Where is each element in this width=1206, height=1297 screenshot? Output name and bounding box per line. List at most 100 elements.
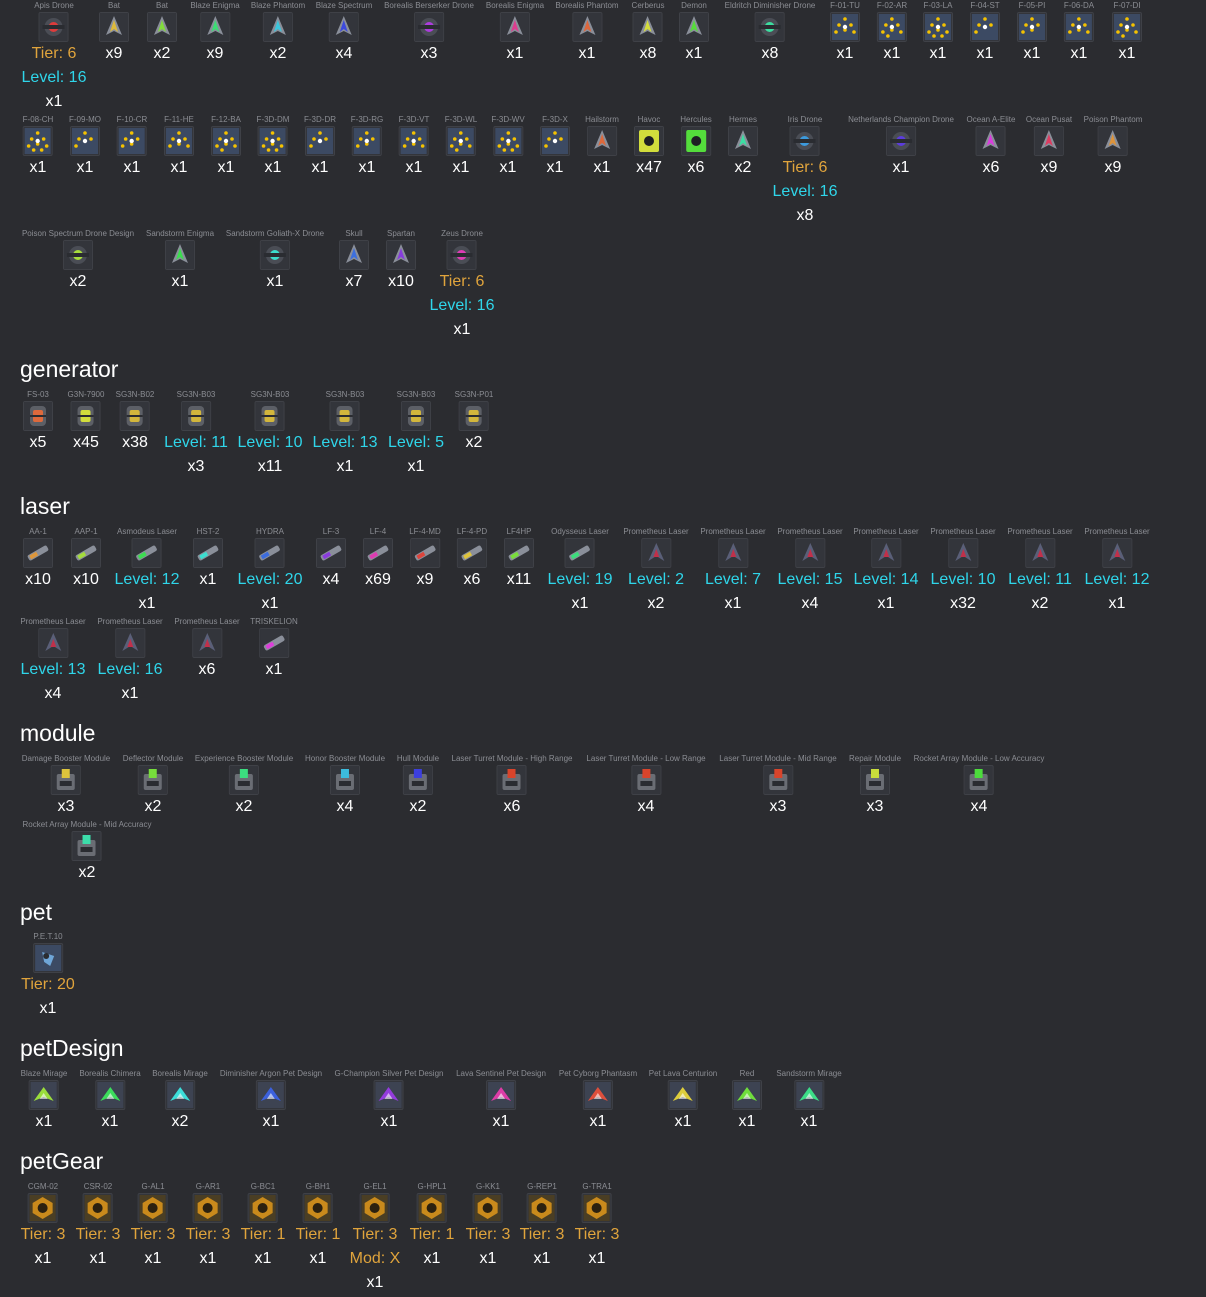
- inventory-item[interactable]: Bat x2: [147, 1, 177, 66]
- inventory-item[interactable]: HYDRA Level: 20 x1: [238, 527, 303, 616]
- inventory-item[interactable]: LF-4-MD x9: [409, 527, 441, 592]
- inventory-item[interactable]: G-BH1 Tier: 1 x1: [296, 1182, 341, 1271]
- inventory-item[interactable]: F-12-BA x1: [211, 115, 241, 180]
- inventory-item[interactable]: G-EL1 Tier: 3 Mod: X x1: [350, 1182, 401, 1295]
- inventory-item[interactable]: Eldritch Diminisher Drone x8: [725, 1, 816, 66]
- inventory-item[interactable]: FS-03 x5: [23, 390, 53, 455]
- inventory-item[interactable]: Iris Drone Tier: 6 Level: 16 x8: [773, 115, 838, 228]
- inventory-item[interactable]: F-03-LA x1: [923, 1, 953, 66]
- inventory-item[interactable]: Ocean Pusat x9: [1026, 115, 1072, 180]
- inventory-item[interactable]: F-02-AR x1: [877, 1, 907, 66]
- inventory-item[interactable]: F-09-MO x1: [69, 115, 101, 180]
- inventory-item[interactable]: G-HPL1 Tier: 1 x1: [410, 1182, 455, 1271]
- inventory-item[interactable]: G-BC1 Tier: 1 x1: [241, 1182, 286, 1271]
- inventory-item[interactable]: F-06-DA x1: [1064, 1, 1094, 66]
- inventory-item[interactable]: Prometheus Laser Level: 16 x1: [97, 617, 162, 706]
- inventory-item[interactable]: Borealis Mirage x2: [152, 1069, 208, 1134]
- inventory-item[interactable]: Spartan x10: [386, 229, 416, 294]
- inventory-item[interactable]: SG3N-B02 x38: [116, 390, 155, 455]
- inventory-item[interactable]: F-3D-RG x1: [351, 115, 383, 180]
- inventory-item[interactable]: SG3N-B03 Level: 10 x11: [238, 390, 303, 479]
- inventory-item[interactable]: LF-4-PD x6: [457, 527, 487, 592]
- inventory-item[interactable]: Honor Booster Module x4: [305, 754, 385, 819]
- inventory-item[interactable]: Hercules x6: [680, 115, 712, 180]
- inventory-item[interactable]: Odysseus Laser Level: 19 x1: [548, 527, 613, 616]
- inventory-item[interactable]: Red x1: [732, 1069, 762, 1134]
- inventory-item[interactable]: Poison Phantom x9: [1084, 115, 1143, 180]
- inventory-item[interactable]: F-01-TU x1: [830, 1, 860, 66]
- inventory-item[interactable]: Pet Cyborg Phantasm x1: [559, 1069, 637, 1134]
- inventory-item[interactable]: G-REP1 Tier: 3 x1: [520, 1182, 565, 1271]
- inventory-item[interactable]: F-3D-WL x1: [445, 115, 477, 180]
- inventory-item[interactable]: Laser Turret Module - High Range x6: [452, 754, 573, 819]
- inventory-item[interactable]: Prometheus Laser Level: 2 x2: [623, 527, 688, 616]
- inventory-item[interactable]: F-08-CH x1: [23, 115, 54, 180]
- inventory-item[interactable]: Prometheus Laser Level: 15 x4: [777, 527, 842, 616]
- inventory-item[interactable]: Diminisher Argon Pet Design x1: [220, 1069, 322, 1134]
- inventory-item[interactable]: G3N-7900 x45: [68, 390, 105, 455]
- inventory-item[interactable]: Havoc x47: [634, 115, 664, 180]
- inventory-item[interactable]: Blaze Enigma x9: [190, 1, 239, 66]
- inventory-item[interactable]: SG3N-B03 Level: 13 x1: [313, 390, 378, 479]
- inventory-item[interactable]: G-AR1 Tier: 3 x1: [186, 1182, 231, 1271]
- inventory-item[interactable]: Deflector Module x2: [123, 754, 183, 819]
- inventory-item[interactable]: Borealis Berserker Drone x3: [384, 1, 474, 66]
- inventory-item[interactable]: Prometheus Laser Level: 7 x1: [700, 527, 765, 616]
- inventory-item[interactable]: TRISKELION x1: [250, 617, 298, 682]
- inventory-item[interactable]: Laser Turret Module - Mid Range x3: [719, 754, 836, 819]
- inventory-item[interactable]: AAP-1 x10: [71, 527, 101, 592]
- inventory-item[interactable]: F-10-CR x1: [117, 115, 148, 180]
- inventory-item[interactable]: Damage Booster Module x3: [22, 754, 111, 819]
- inventory-item[interactable]: Sandstorm Mirage x1: [776, 1069, 841, 1134]
- inventory-item[interactable]: Sandstorm Goliath-X Drone x1: [226, 229, 324, 294]
- inventory-item[interactable]: LF-3 x4: [316, 527, 346, 592]
- inventory-item[interactable]: F-07-DI x1: [1112, 1, 1142, 66]
- inventory-item[interactable]: Prometheus Laser Level: 10 x32: [930, 527, 995, 616]
- inventory-item[interactable]: SG3N-B03 Level: 11 x3: [164, 390, 228, 479]
- inventory-item[interactable]: Prometheus Laser Level: 14 x1: [853, 527, 918, 616]
- inventory-item[interactable]: HST-2 x1: [193, 527, 223, 592]
- inventory-item[interactable]: LF4HP x11: [504, 527, 534, 592]
- inventory-item[interactable]: Laser Turret Module - Low Range x4: [586, 754, 705, 819]
- inventory-item[interactable]: Hermes x2: [728, 115, 758, 180]
- inventory-item[interactable]: G-AL1 Tier: 3 x1: [131, 1182, 176, 1271]
- inventory-item[interactable]: Hull Module x2: [397, 754, 439, 819]
- inventory-item[interactable]: Asmodeus Laser Level: 12 x1: [115, 527, 180, 616]
- inventory-item[interactable]: Blaze Phantom x2: [251, 1, 305, 66]
- inventory-item[interactable]: Prometheus Laser x6: [174, 617, 239, 682]
- inventory-item[interactable]: Borealis Chimera x1: [79, 1069, 140, 1134]
- inventory-item[interactable]: Demon x1: [679, 1, 709, 66]
- inventory-item[interactable]: G-TRA1 Tier: 3 x1: [575, 1182, 620, 1271]
- inventory-item[interactable]: Zeus Drone Tier: 6 Level: 16 x1: [430, 229, 495, 342]
- inventory-item[interactable]: Apis Drone Tier: 6 Level: 16 x1: [22, 1, 87, 114]
- inventory-item[interactable]: CGM-02 Tier: 3 x1: [21, 1182, 66, 1271]
- inventory-item[interactable]: Bat x9: [99, 1, 129, 66]
- inventory-item[interactable]: F-3D-DM x1: [257, 115, 290, 180]
- inventory-item[interactable]: Blaze Mirage x1: [21, 1069, 68, 1134]
- inventory-item[interactable]: Ocean A-Elite x6: [967, 115, 1016, 180]
- inventory-item[interactable]: F-3D-DR x1: [304, 115, 336, 180]
- inventory-item[interactable]: Cerberus x8: [632, 1, 665, 66]
- inventory-item[interactable]: Lava Sentinel Pet Design x1: [456, 1069, 546, 1134]
- inventory-item[interactable]: SG3N-P01 x2: [455, 390, 494, 455]
- inventory-item[interactable]: Experience Booster Module x2: [195, 754, 293, 819]
- inventory-item[interactable]: Rocket Array Module - Low Accuracy x4: [914, 754, 1045, 819]
- inventory-item[interactable]: Hailstorm x1: [585, 115, 619, 180]
- inventory-item[interactable]: Sandstorm Enigma x1: [146, 229, 214, 294]
- inventory-item[interactable]: SG3N-B03 Level: 5 x1: [388, 390, 444, 479]
- inventory-item[interactable]: LF-4 x69: [363, 527, 393, 592]
- inventory-item[interactable]: F-11-HE x1: [164, 115, 194, 180]
- inventory-item[interactable]: G-KK1 Tier: 3 x1: [466, 1182, 511, 1271]
- inventory-item[interactable]: Prometheus Laser Level: 13 x4: [20, 617, 85, 706]
- inventory-item[interactable]: P.E.T.10 Tier: 20 x1: [21, 932, 75, 1021]
- inventory-item[interactable]: F-3D-WV x1: [491, 115, 524, 180]
- inventory-item[interactable]: Skull x7: [339, 229, 369, 294]
- inventory-item[interactable]: Borealis Phantom x1: [555, 1, 618, 66]
- inventory-item[interactable]: Prometheus Laser Level: 11 x2: [1007, 527, 1072, 616]
- inventory-item[interactable]: F-3D-VT x1: [399, 115, 430, 180]
- inventory-item[interactable]: Netherlands Champion Drone x1: [848, 115, 954, 180]
- inventory-item[interactable]: Rocket Array Module - Mid Accuracy x2: [23, 820, 152, 885]
- inventory-item[interactable]: Poison Spectrum Drone Design x2: [22, 229, 134, 294]
- inventory-item[interactable]: F-04-ST x1: [970, 1, 1000, 66]
- inventory-item[interactable]: G-Champion Silver Pet Design x1: [335, 1069, 444, 1134]
